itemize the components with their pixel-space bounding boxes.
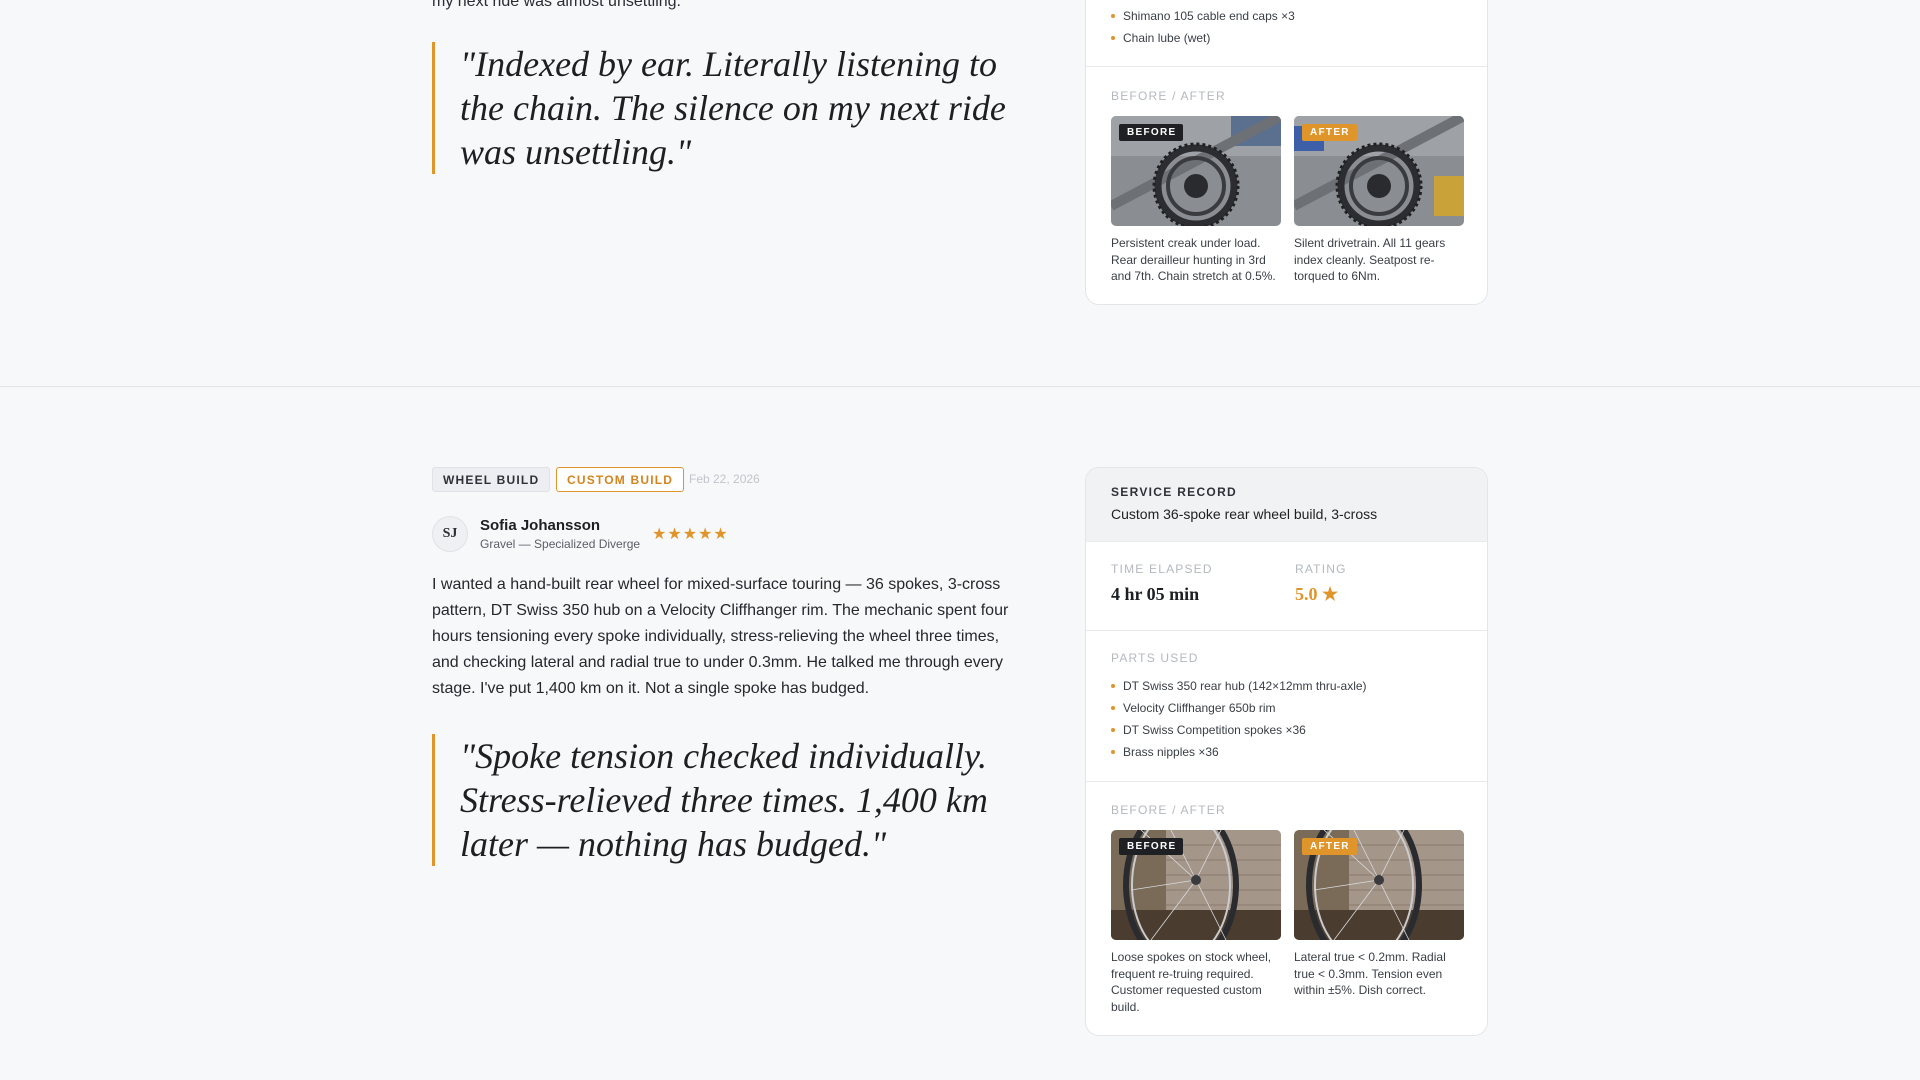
review-body: I wanted a hand-built rear wheel for mix… [432,576,1009,697]
avatar: SJ [432,516,468,552]
before-after-label: BEFORE / AFTER [1111,803,1226,817]
pull-quote: "Indexed by ear. Literally listening to … [432,42,1012,174]
list-item: Chain lube (wet) [1111,27,1295,49]
after-item: AFTER Lateral true < 0.2mm. Radial true … [1294,830,1464,1015]
service-record-header [1086,468,1487,541]
before-photo[interactable]: BEFORE [1111,830,1281,940]
before-after-grid: BEFORE Persistent creak under load. Rear… [1111,116,1464,285]
list-item: DT Swiss Competition spokes ×36 [1111,719,1367,741]
after-item: AFTER Silent drivetrain. All 11 gears in… [1294,116,1464,285]
after-badge: AFTER [1302,124,1357,141]
service-record-title: Custom 36-spoke rear wheel build, 3-cros… [1111,506,1378,522]
review-body-tail: my next ride was almost unsettling. [432,0,681,10]
section-divider [0,386,1920,387]
service-record-card: SERVICE RECORD Custom 36-spoke rear whee… [1085,467,1488,1036]
before-photo[interactable]: BEFORE [1111,116,1281,226]
list-item: Velocity Cliffhanger 650b rim [1111,697,1367,719]
before-after-grid: BEFORE Loose spokes on stock wheel, freq… [1111,830,1464,1015]
parts-list: Shimano 105 cable end caps ×3 Chain lube… [1111,5,1295,49]
before-caption: Loose spokes on stock wheel, frequent re… [1111,950,1272,1014]
reviewer-name: Sofia Johansson [480,517,601,534]
service-record-label: SERVICE RECORD [1111,485,1238,499]
after-badge: AFTER [1302,838,1357,855]
before-badge: BEFORE [1119,124,1184,141]
service-record-card: Shimano 105 cable end caps ×3 Chain lube… [1085,0,1488,305]
before-item: BEFORE Loose spokes on stock wheel, freq… [1111,830,1281,1015]
after-photo[interactable]: AFTER [1294,116,1464,226]
time-elapsed-label: TIME ELAPSED [1111,562,1213,576]
divider [1086,541,1487,542]
time-elapsed-value: 4 hr 05 min [1111,584,1200,604]
before-caption: Persistent creak under load. Rear derail… [1111,236,1276,283]
before-badge: BEFORE [1119,838,1184,855]
parts-list: DT Swiss 350 rear hub (142×12mm thru-axl… [1111,675,1367,763]
divider [1086,66,1487,67]
rating-label: RATING [1295,562,1347,576]
parts-used-label: PARTS USED [1111,651,1199,665]
divider [1086,781,1487,782]
after-caption: Lateral true < 0.2mm. Radial true < 0.3m… [1294,950,1446,997]
custom-build-tag[interactable]: CUSTOM BUILD [556,467,685,492]
divider [1086,630,1487,631]
list-item: Brass nipples ×36 [1111,741,1367,763]
review-date: Feb 22, 2026 [689,472,760,486]
list-item: DT Swiss 350 rear hub (142×12mm thru-axl… [1111,675,1367,697]
before-item: BEFORE Persistent creak under load. Rear… [1111,116,1281,285]
after-caption: Silent drivetrain. All 11 gears index cl… [1294,236,1446,283]
after-photo[interactable]: AFTER [1294,830,1464,940]
before-after-label: BEFORE / AFTER [1111,89,1226,103]
list-item: Shimano 105 cable end caps ×3 [1111,5,1295,27]
star-rating: ★★★★★ [652,526,729,543]
reviewer-bike: Gravel — Specialized Diverge [480,537,641,551]
category-tag[interactable]: WHEEL BUILD [432,467,551,492]
rating-value: 5.0 ★ [1295,584,1339,604]
pull-quote: "Spoke tension checked individually. Str… [432,734,1012,866]
